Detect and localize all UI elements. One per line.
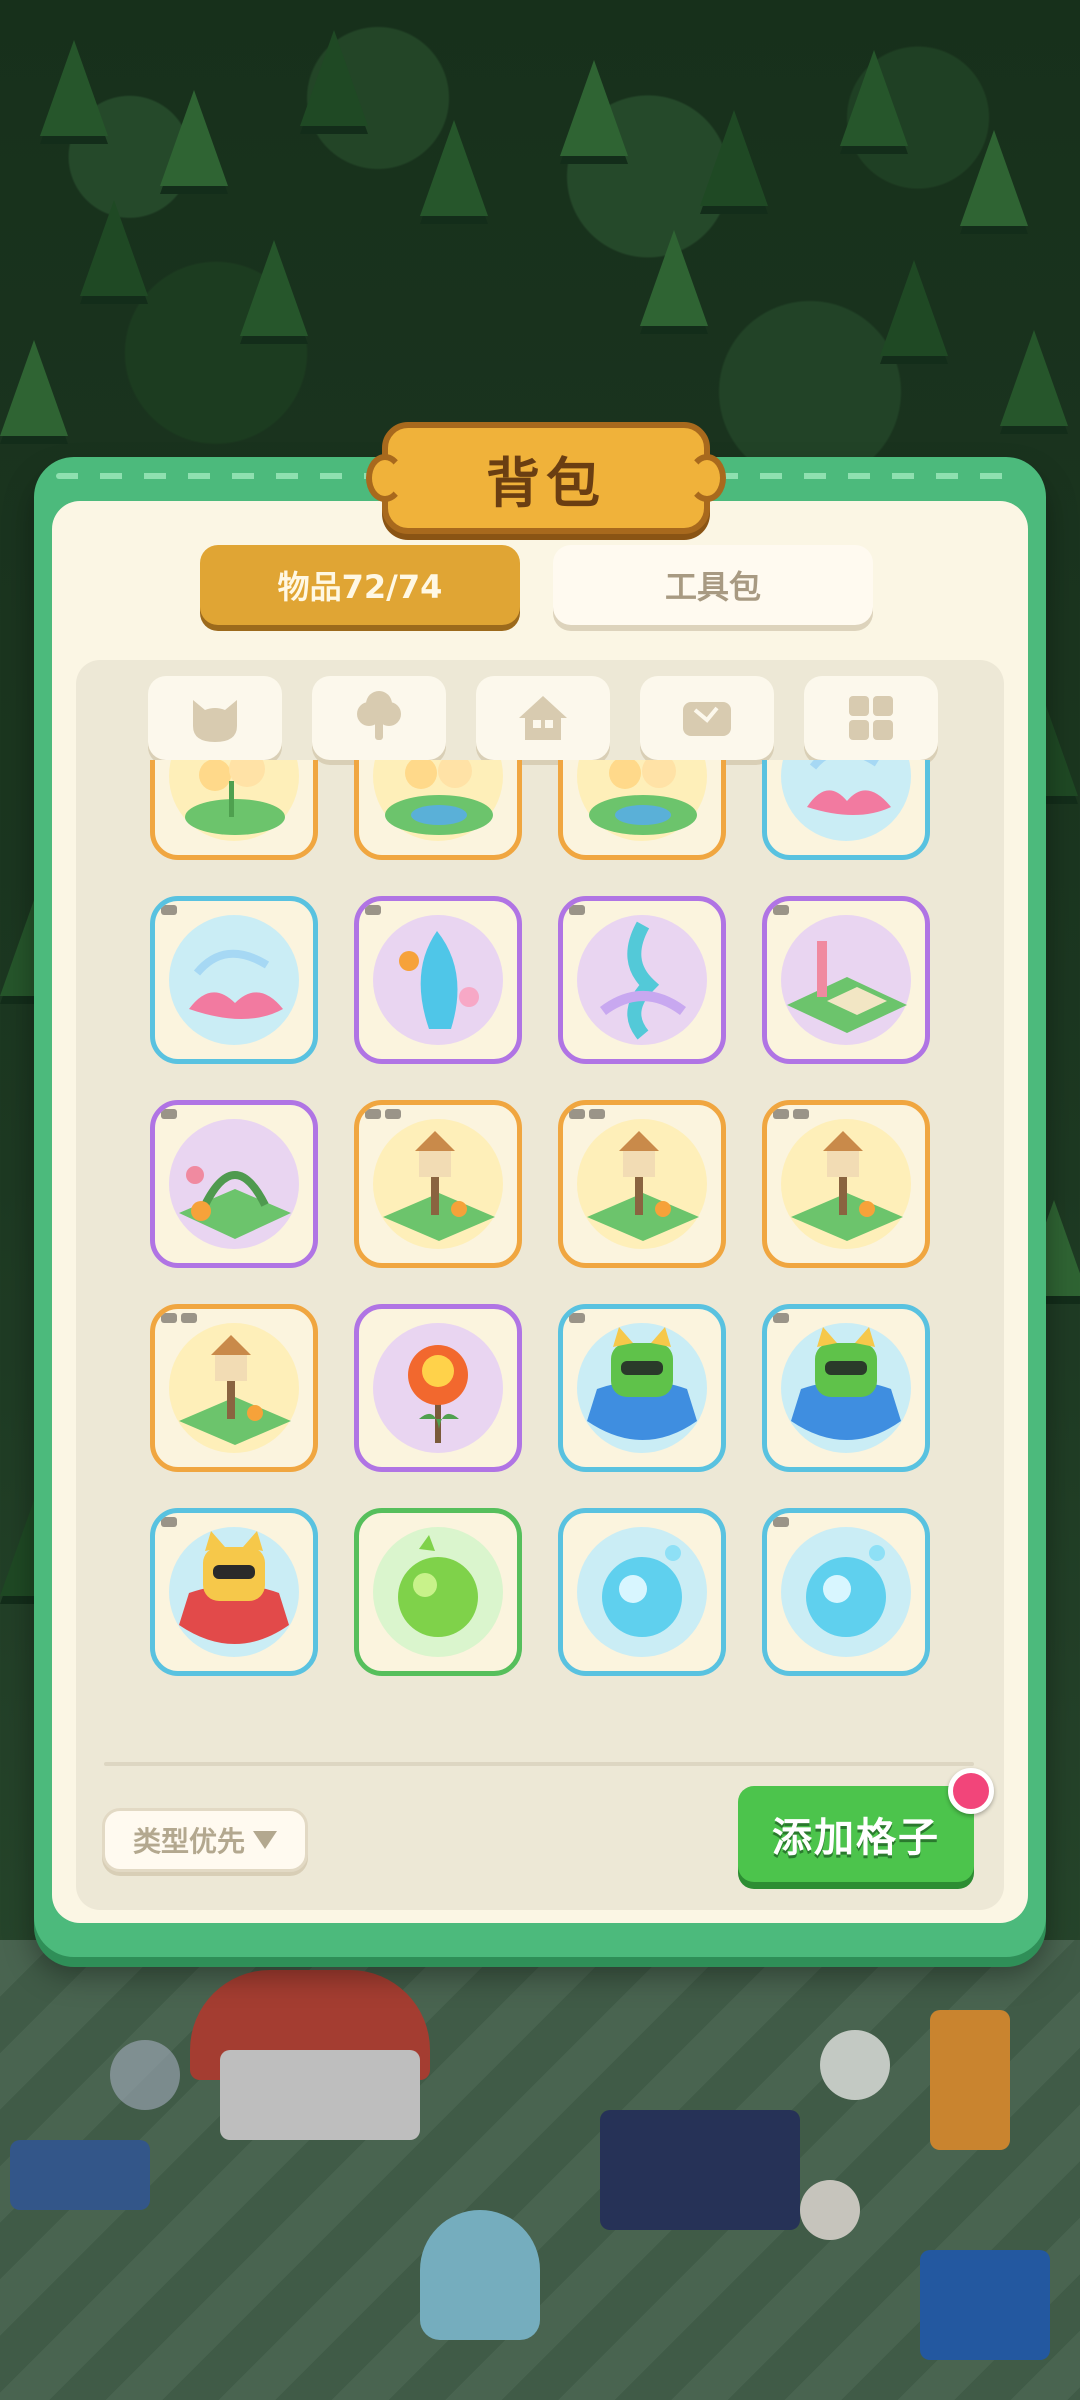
item-slot[interactable] [762, 1304, 930, 1472]
blue-orb-icon [806, 1545, 886, 1637]
map-icon [683, 702, 731, 736]
tree-icon [357, 691, 401, 740]
item-slot[interactable] [762, 896, 930, 1064]
birdhouse-garden-icon [791, 1131, 903, 1241]
notification-dot [948, 1768, 994, 1814]
water-fountain-icon [399, 931, 479, 1029]
robot-cat-bed-icon [587, 1327, 697, 1440]
filter-all-button[interactable] [804, 676, 938, 760]
coral-shell-icon [807, 760, 891, 815]
item-slot[interactable] [558, 896, 726, 1064]
triangle-down-icon [253, 1831, 277, 1849]
garden-plot-icon [787, 941, 907, 1033]
item-grid [76, 760, 1004, 1740]
filter-cat-button[interactable] [148, 676, 282, 760]
item-slot[interactable] [150, 1508, 318, 1676]
item-slot[interactable] [354, 896, 522, 1064]
green-orb-icon [398, 1535, 478, 1637]
flower-pond-icon [185, 760, 285, 835]
item-slot[interactable] [354, 1508, 522, 1676]
flower-arch-icon [179, 1166, 291, 1239]
flower-pond-icon [589, 760, 697, 835]
sort-label: 类型优先 [132, 1825, 245, 1858]
sort-dropdown[interactable]: 类型优先 [102, 1808, 308, 1872]
footer-divider [104, 1762, 974, 1766]
filter-plant-button[interactable] [312, 676, 446, 760]
fire-flower-icon [408, 1345, 468, 1443]
item-slot[interactable] [354, 1100, 522, 1268]
tab-items[interactable]: 物品72/74 [200, 545, 520, 625]
item-slot[interactable] [558, 760, 726, 860]
item-slot[interactable] [150, 760, 318, 860]
item-slot[interactable] [762, 1508, 930, 1676]
add-slots-button[interactable]: 添加格子 [738, 1786, 974, 1882]
blue-orb-icon [602, 1545, 682, 1637]
item-slot[interactable] [558, 1304, 726, 1472]
item-slot[interactable] [150, 896, 318, 1064]
robot-cat-bed-icon [791, 1327, 901, 1440]
item-slot[interactable] [150, 1100, 318, 1268]
flower-pond-icon [385, 760, 493, 835]
item-slot[interactable] [762, 1100, 930, 1268]
birdhouse-garden-icon [179, 1335, 291, 1445]
grid-icon [849, 696, 893, 740]
item-slot[interactable] [558, 1100, 726, 1268]
item-slot[interactable] [762, 760, 930, 860]
birdhouse-garden-icon [587, 1131, 699, 1241]
item-slot[interactable] [150, 1304, 318, 1472]
coral-shell-icon [189, 949, 283, 1019]
cat-icon [193, 700, 237, 742]
house-icon [519, 696, 567, 740]
page-title: 背包 [486, 451, 606, 515]
robot-cat-bed-icon [179, 1531, 289, 1644]
filter-map-button[interactable] [640, 676, 774, 760]
item-slot[interactable] [558, 1508, 726, 1676]
magic-fountain-icon [600, 921, 686, 1040]
item-slot[interactable] [354, 1304, 522, 1472]
tab-toolkit[interactable]: 工具包 [553, 545, 873, 625]
item-slot[interactable] [354, 760, 522, 860]
birdhouse-garden-icon [383, 1131, 495, 1241]
filter-house-button[interactable] [476, 676, 610, 760]
backpack-title-plaque: 背包 [366, 422, 726, 534]
